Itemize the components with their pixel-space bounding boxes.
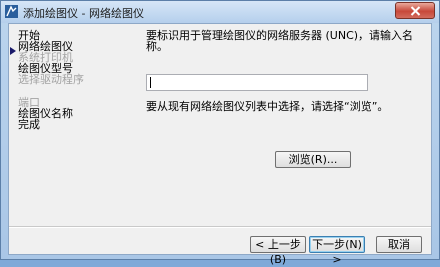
plotter-app-icon — [5, 5, 18, 18]
cancel-button[interactable]: 取消 — [376, 236, 422, 253]
title-bar[interactable]: 添加绘图仪 - 网络绘图仪 — [1, 1, 439, 23]
footer-separator — [9, 226, 431, 228]
step-select-driver: 选择驱动程序 — [18, 73, 84, 86]
close-button[interactable] — [395, 2, 435, 19]
unc-server-input[interactable] — [146, 74, 368, 91]
window-title: 添加绘图仪 - 网络绘图仪 — [23, 7, 144, 20]
instruction-text-line1: 要标识用于管理绘图仪的网络服务器 (UNC)，请输入名 — [146, 29, 414, 42]
wizard-steps-list: 开始 网络绘图仪 系统打印机 绘图仪型号 选择驱动程序 端口 绘图仪名称 完成 — [9, 24, 129, 144]
text-caret — [150, 77, 151, 88]
browse-hint-text: 要从现有网络绘图仪列表中选择，请选择“浏览”。 — [146, 100, 389, 113]
instruction-text-line2: 称。 — [146, 40, 168, 53]
dialog-client-area: 开始 网络绘图仪 系统打印机 绘图仪型号 选择驱动程序 端口 绘图仪名称 完成 … — [8, 23, 432, 266]
back-button[interactable]: < 上一步(B) — [250, 236, 306, 266]
step-finish: 完成 — [18, 118, 40, 131]
close-icon — [410, 6, 421, 16]
browse-button[interactable]: 浏览(R)... — [275, 151, 351, 168]
current-step-arrow-icon — [10, 47, 16, 55]
next-button[interactable]: 下一步(N) > — [309, 236, 365, 266]
dialog-window: 添加绘图仪 - 网络绘图仪 开始 网络绘图仪 系统打印机 绘图仪型号 选择驱动程… — [0, 0, 440, 266]
